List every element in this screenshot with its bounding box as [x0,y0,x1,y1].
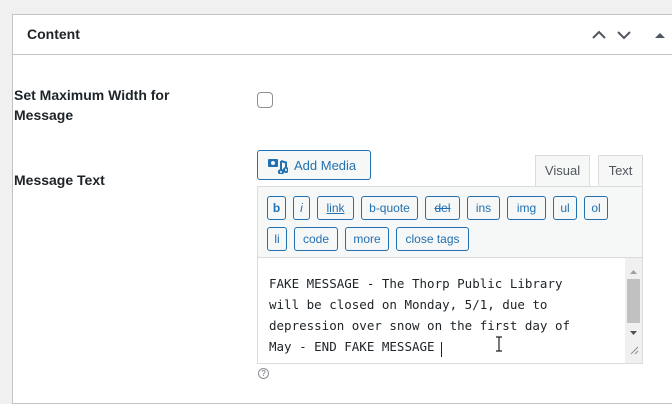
scroll-down-icon[interactable] [629,324,638,335]
chevron-down-icon[interactable] [614,25,634,45]
qt-ul-button[interactable]: ul [553,196,577,220]
text-caret [441,342,442,357]
panel-title: Content [27,26,80,42]
message-textarea[interactable]: FAKE MESSAGE - The Thorp Public Library … [257,258,643,364]
arrow-up-icon[interactable] [650,25,670,45]
message-content: FAKE MESSAGE - The Thorp Public Library … [269,276,571,354]
scroll-up-icon[interactable] [629,264,638,274]
qt-bquote-button[interactable]: b-quote [361,196,418,220]
quicktags-toolbar: b i link b-quote del ins img ul ol li co… [257,186,643,258]
max-width-label-line1: Set Maximum Width for [14,87,170,103]
media-icon [268,158,289,177]
qt-li-button[interactable]: li [267,227,287,251]
max-width-label-line2: Message [14,107,74,123]
help-icon[interactable]: ? [258,368,269,379]
qt-more-button[interactable]: more [345,227,389,251]
qt-img-button[interactable]: img [507,196,546,220]
resize-grip-icon[interactable] [629,342,639,360]
max-width-checkbox[interactable] [257,92,273,108]
qt-bold-button[interactable]: b [267,196,286,220]
scroll-thumb[interactable] [627,279,640,323]
panel-header: Content [13,15,672,55]
add-media-button[interactable]: Add Media [257,150,371,180]
ibeam-cursor-icon [495,336,503,357]
max-width-label: Set Maximum Width for Message [14,85,169,125]
tab-visual[interactable]: Visual [535,155,590,186]
tab-text[interactable]: Text [598,155,643,186]
qt-del-button[interactable]: del [425,196,460,220]
qt-italic-button[interactable]: i [293,196,310,220]
qt-ol-button[interactable]: ol [584,196,608,220]
chevron-up-icon[interactable] [589,25,609,45]
qt-close-tags-button[interactable]: close tags [396,227,469,251]
qt-link-button[interactable]: link [317,196,354,220]
qt-code-button[interactable]: code [294,227,338,251]
add-media-label: Add Media [294,158,357,173]
qt-ins-button[interactable]: ins [467,196,500,220]
message-text-label: Message Text [14,172,105,188]
